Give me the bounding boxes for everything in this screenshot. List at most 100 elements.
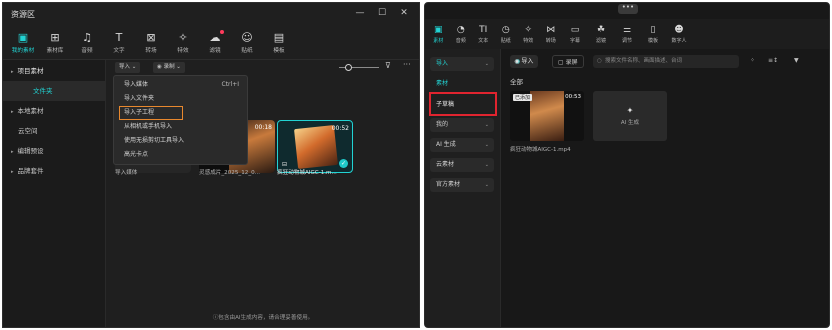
menu-item-import-media[interactable]: 导入媒体 Ctrl+I	[114, 78, 247, 92]
menu-item-label: 导入媒体	[124, 81, 149, 88]
menu-item-lossless-import[interactable]: 使用无损剪切工具导入	[114, 134, 247, 148]
slider-handle[interactable]	[345, 64, 352, 71]
media-thumbnail-selected[interactable]: 00:52 ⊟ ✓	[277, 120, 353, 173]
selected-check-icon: ✓	[339, 159, 348, 168]
favorite-icon[interactable]: ⊟	[282, 161, 287, 168]
tab-my-media[interactable]: ▣ 我的素材	[7, 25, 39, 59]
section-heading: 全部	[510, 78, 523, 86]
tab-digital-human[interactable]: ☻ 数字人	[666, 19, 692, 49]
template-icon: ▤	[273, 30, 285, 44]
text-icon: T	[115, 30, 123, 44]
screen-record-button[interactable]: ▢ 录屏	[552, 55, 584, 68]
chevron-down-icon: ⌄	[484, 162, 489, 168]
expand-caret-icon: ▸	[11, 109, 14, 115]
maximize-button[interactable]: ☐	[371, 6, 393, 20]
media-icon: ▣	[433, 24, 443, 35]
tab-media[interactable]: ▣ 素材	[427, 19, 450, 49]
sidebar-item-label: 云空间	[18, 127, 38, 135]
tab-label: 素材库	[46, 47, 64, 54]
tab-label: 贴纸	[500, 37, 511, 44]
tab-label: 素材	[433, 37, 444, 44]
tab-audio[interactable]: ♫ 音频	[71, 25, 103, 59]
tab-captions[interactable]: ▭ 字幕	[562, 19, 588, 49]
tab-transition[interactable]: ⋈ 转场	[540, 19, 563, 49]
tab-label: 文本	[478, 37, 489, 44]
search-input[interactable]: ○ 搜索文件名称、画面描述、台词	[593, 55, 739, 68]
tab-label: 模板	[273, 47, 285, 54]
tab-adjust[interactable]: ⚌ 调节	[614, 19, 640, 49]
tab-audio[interactable]: ◔ 音频	[450, 19, 473, 49]
tab-library[interactable]: ⊞ 素材库	[39, 25, 71, 59]
tab-label: 音频	[81, 47, 93, 54]
tab-label: 模板	[647, 37, 658, 44]
tab-sticker[interactable]: ☺ 贴纸	[231, 25, 263, 59]
tab-label: 转场	[145, 47, 157, 54]
tab-transition[interactable]: ⊠ 转场	[135, 25, 167, 59]
audio-icon: ◔	[456, 24, 465, 35]
import-dropdown-button[interactable]: 导入 ⌄	[115, 62, 141, 73]
sidebar-item-mine[interactable]: 我的 ⌄	[430, 118, 494, 132]
tab-filter[interactable]: ☁ 滤镜	[199, 25, 231, 59]
sidebar-item-import[interactable]: 导入 ⌄	[430, 57, 494, 71]
menu-item-beat-sync[interactable]: 高光卡点	[114, 148, 247, 162]
template-icon: ▯	[650, 24, 656, 35]
tab-filter[interactable]: ☘ 滤镜	[588, 19, 614, 49]
media-thumbnail[interactable]: 已添加 00:53	[510, 91, 584, 141]
audio-icon: ♫	[82, 30, 92, 44]
sidebar-item-edit-presets[interactable]: ▸ 编辑预设	[3, 141, 105, 161]
window-grip[interactable]: •••	[618, 4, 638, 14]
tab-label: 我的素材	[11, 47, 35, 54]
menu-item-import-folder[interactable]: 导入文件夹	[114, 92, 247, 106]
tab-template[interactable]: ▯ 模板	[640, 19, 666, 49]
sidebar-item-brand-kit[interactable]: ▸ 品牌套件	[3, 161, 105, 181]
media-name: 导入媒体	[115, 170, 138, 176]
sidebar-item-label: 项目素材	[17, 67, 44, 75]
sidebar-item-material[interactable]: 素材	[430, 77, 494, 91]
tab-label: 数字人	[671, 37, 687, 44]
filter-icon[interactable]: ▼	[794, 57, 799, 64]
sidebar-item-label: 本地素材	[17, 107, 44, 115]
sidebar-item-project-media[interactable]: ▸ 项目素材	[3, 61, 105, 81]
duration-badge: 00:52	[331, 125, 349, 132]
tab-sticker[interactable]: ◷ 贴纸	[495, 19, 518, 49]
ai-generate-tile[interactable]: ✦ AI 生成	[593, 91, 667, 141]
tab-label: 滤镜	[209, 47, 221, 54]
sidebar-item-folder[interactable]: 文件夹	[3, 81, 105, 101]
sidebar-item-ai-generate[interactable]: AI 生成 ⌄	[430, 138, 494, 152]
chevron-down-icon: ⌄	[484, 142, 489, 148]
zoom-slider[interactable]	[339, 64, 379, 71]
sidebar-item-local-media[interactable]: ▸ 本地素材	[3, 101, 105, 121]
menu-item-import-subproject[interactable]: 导入子工程	[119, 106, 183, 120]
chevron-down-icon: ⌄	[484, 61, 489, 67]
sidebar-item-official-material[interactable]: 官方素材 ⌄	[430, 178, 494, 192]
text-icon: TI	[479, 24, 488, 35]
left-sidebar: ▸ 项目素材 文件夹 ▸ 本地素材 云空间 ▸ 编辑预设 ▸ 品牌套件	[3, 60, 106, 327]
effects-icon: ✧	[524, 24, 533, 35]
minimize-button[interactable]: —	[349, 6, 371, 20]
sort-icon[interactable]: ≡↕	[768, 57, 778, 64]
duration-badge: 00:18	[254, 124, 272, 131]
sidebar-item-label: 官方素材	[436, 181, 461, 188]
added-badge: 已添加	[513, 94, 533, 101]
grid-view-icon[interactable]: ⁘	[750, 57, 755, 64]
close-button[interactable]: ✕	[393, 6, 415, 20]
tab-effects[interactable]: ✧ 特效	[517, 19, 540, 49]
sidebar-item-cloud-space[interactable]: 云空间	[3, 121, 105, 141]
tab-template[interactable]: ▤ 模板	[263, 25, 295, 59]
window-title: 资源区	[11, 10, 35, 19]
menu-item-import-from-device[interactable]: 从相机或手机导入	[114, 120, 247, 134]
sticker-icon: ◷	[501, 24, 510, 35]
tab-text[interactable]: TI 文本	[472, 19, 495, 49]
more-icon[interactable]: ···	[403, 60, 411, 69]
sidebar-item-cloud-material[interactable]: 云素材 ⌄	[430, 158, 494, 172]
chevron-down-icon: ⌄	[484, 182, 489, 188]
record-dropdown-button[interactable]: ◉ 录制 ⌄	[153, 62, 185, 73]
filter-icon: ☘	[596, 24, 606, 35]
search-icon: ○	[597, 58, 602, 64]
sidebar-item-label: 我的	[436, 121, 449, 128]
tab-effects[interactable]: ✧ 特效	[167, 25, 199, 59]
transition-icon: ⊠	[146, 30, 156, 44]
tab-text[interactable]: T 文字	[103, 25, 135, 59]
import-button[interactable]: ◉◉ 导入	[510, 55, 539, 68]
filter-icon[interactable]: ⊽	[385, 61, 391, 70]
